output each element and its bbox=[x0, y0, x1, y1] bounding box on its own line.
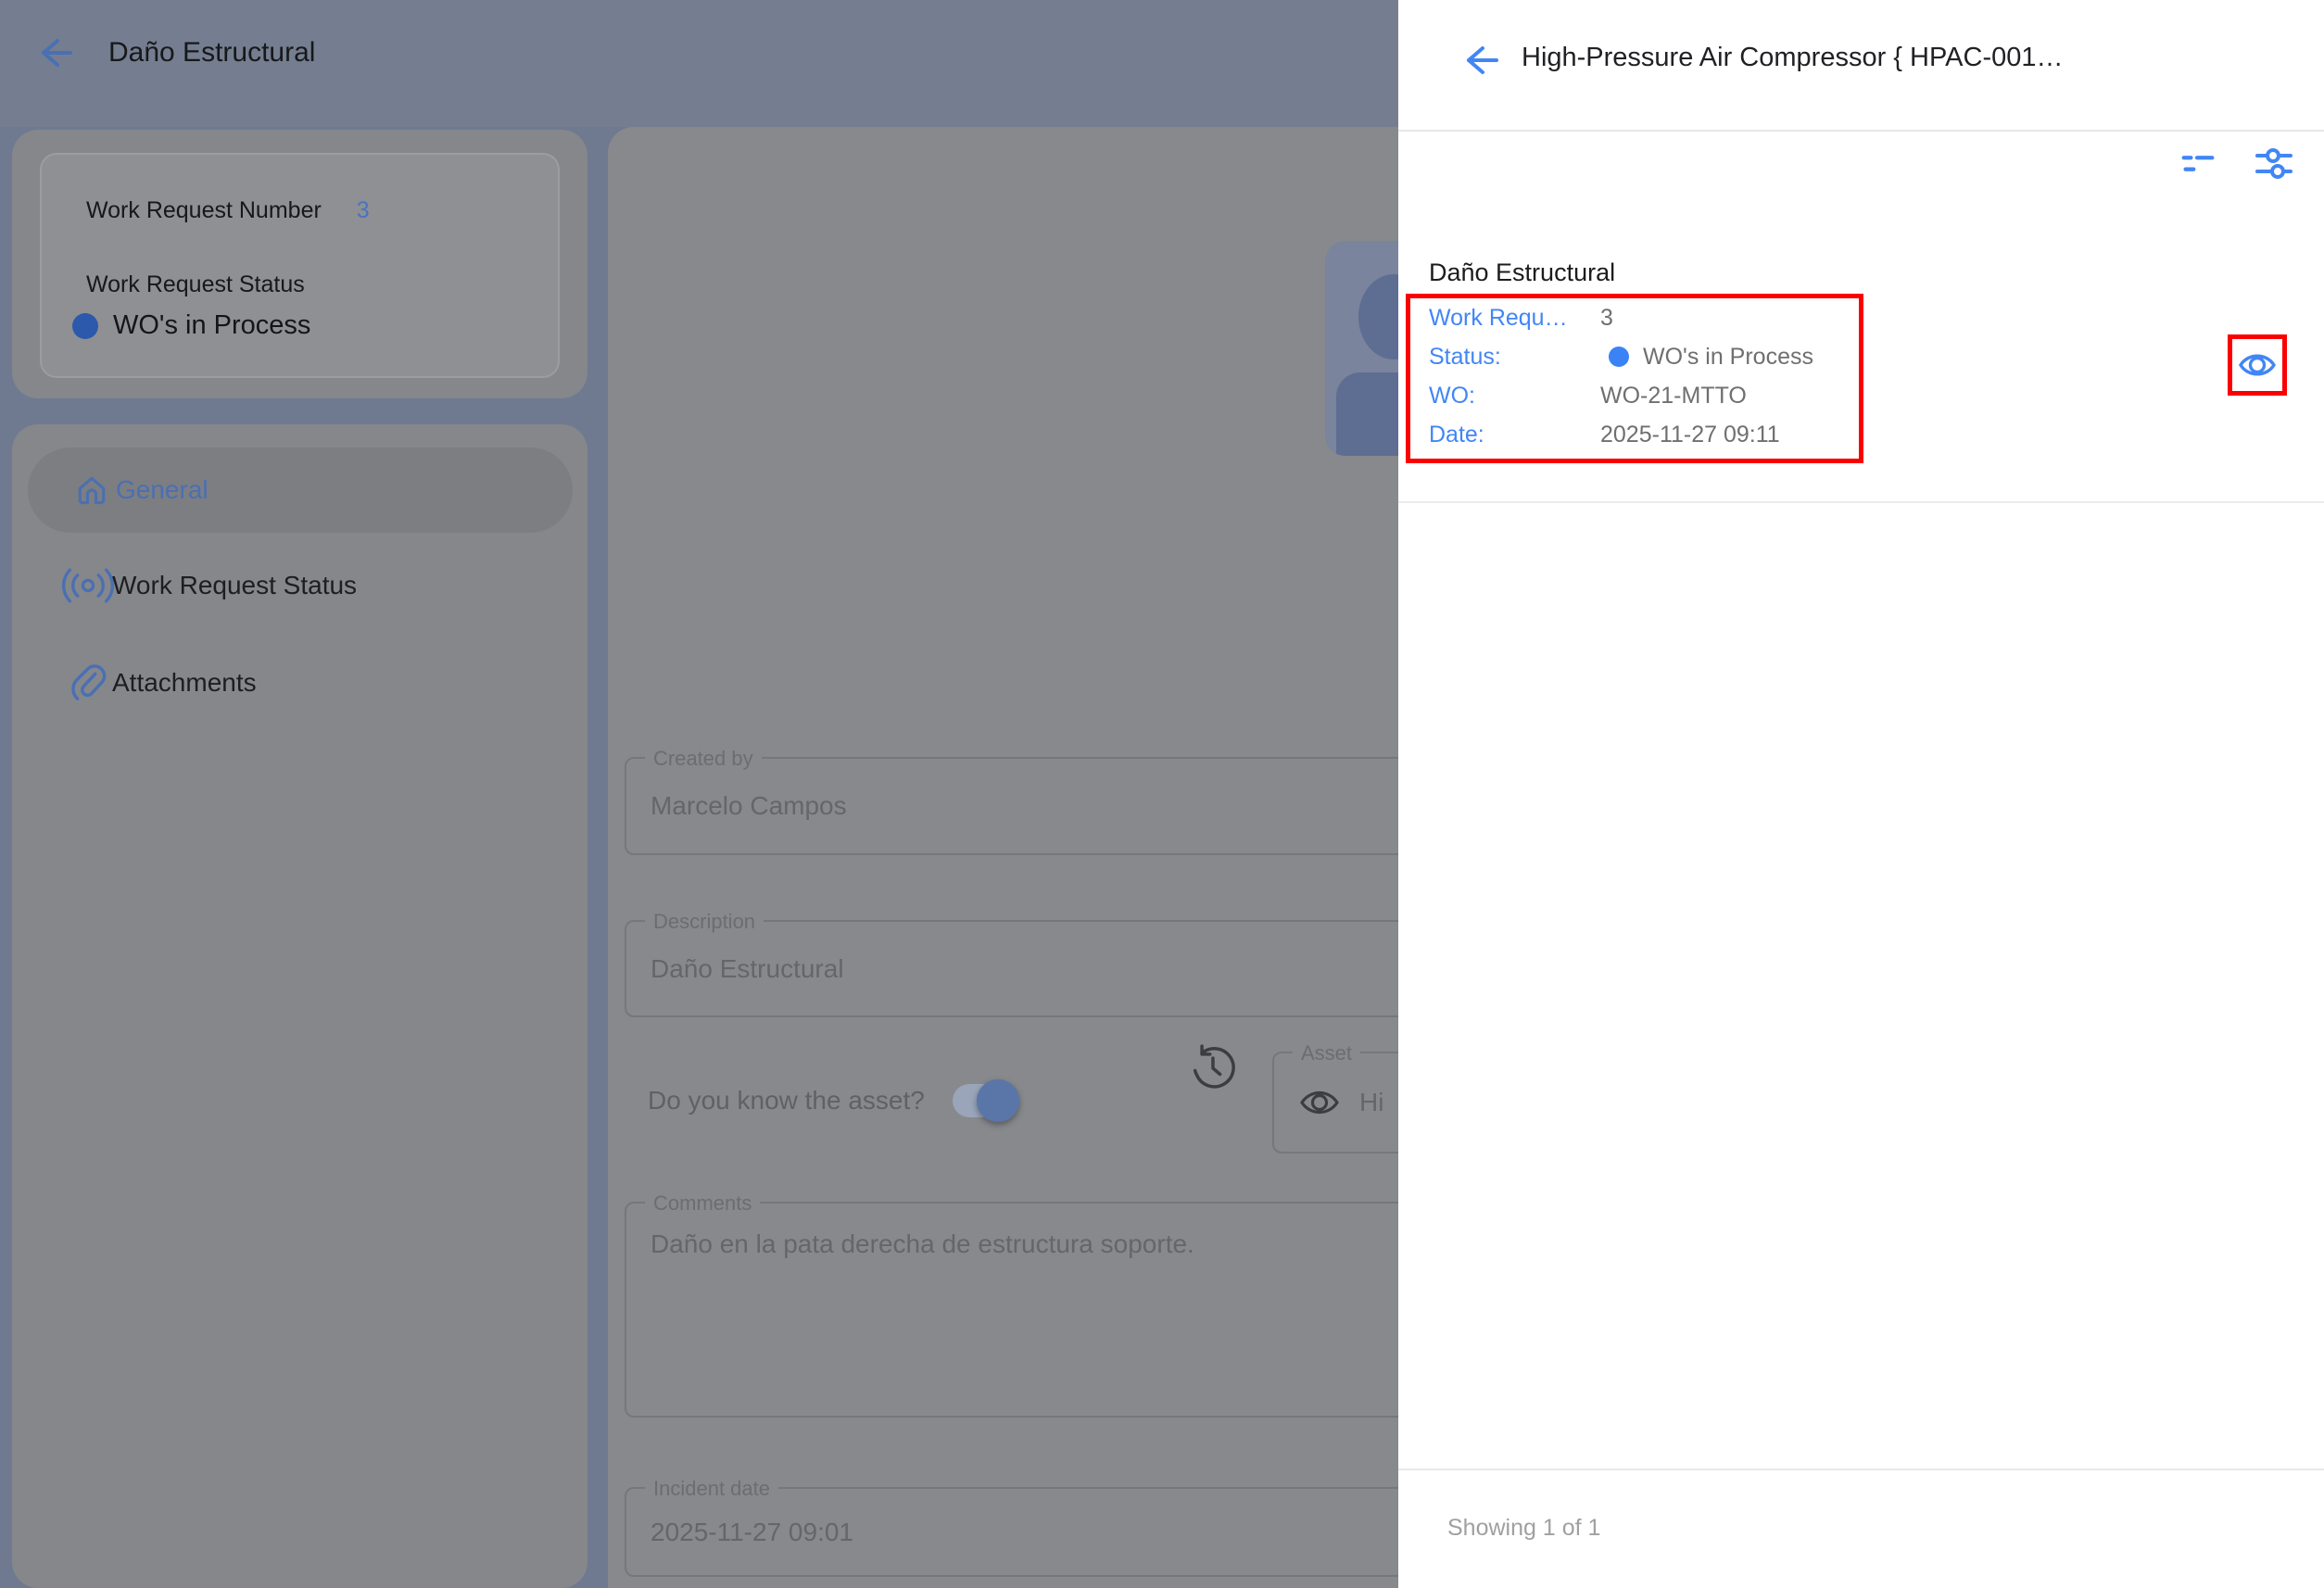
comments-field[interactable]: Comments Daño en la pata derecha de estr… bbox=[625, 1202, 1398, 1418]
sidebar-item-general[interactable]: General bbox=[28, 447, 573, 533]
dimmed-work-request-screen: Daño Estructural Work Request Number 3 W… bbox=[0, 0, 1398, 1588]
detail-value: 2025-11-27 09:11 bbox=[1600, 422, 1780, 448]
view-eye-icon[interactable] bbox=[2236, 347, 2279, 384]
sidebar-item-label: Work Request Status bbox=[112, 571, 357, 600]
created-by-value: Marcelo Campos bbox=[650, 759, 847, 853]
asset-value: Hi bbox=[1359, 1088, 1383, 1117]
tune-icon[interactable] bbox=[2252, 141, 2296, 185]
sidebar-item-label: Attachments bbox=[112, 668, 257, 698]
work-request-status-value: WO's in Process bbox=[113, 310, 310, 341]
highlight-box bbox=[2228, 334, 2287, 396]
status-dot bbox=[1609, 347, 1629, 367]
work-request-form: Created by Marcelo Campos Description Da… bbox=[608, 127, 1398, 1588]
filter-icon[interactable] bbox=[2176, 141, 2220, 185]
list-item-title[interactable]: Daño Estructural bbox=[1429, 258, 1615, 287]
asset-question-row: Do you know the asset? bbox=[648, 1071, 1016, 1130]
sidebar-item-attachments[interactable]: Attachments bbox=[12, 653, 587, 712]
detail-row: Status: WO's in Process bbox=[1429, 337, 1853, 376]
divider bbox=[1398, 1468, 2324, 1470]
home-icon bbox=[63, 461, 120, 519]
left-header: Daño Estructural bbox=[0, 0, 1398, 127]
work-request-number-value: 3 bbox=[357, 197, 370, 224]
detail-row: Work Requ… 3 bbox=[1429, 298, 1853, 337]
detail-label: Status: bbox=[1429, 344, 1600, 371]
highlight-box: Work Requ… 3 Status: WO's in Process WO:… bbox=[1406, 294, 1863, 463]
asset-work-requests-panel: High-Pressure Air Compressor { HPAC-001… bbox=[1398, 0, 2324, 1588]
list-item-details: Work Requ… 3 Status: WO's in Process WO:… bbox=[1429, 298, 1853, 454]
summary-card-container: Work Request Number 3 Work Request Statu… bbox=[12, 130, 587, 398]
back-arrow-icon[interactable] bbox=[1458, 39, 1500, 82]
detail-value: WO-21-MTTO bbox=[1600, 383, 1747, 410]
description-value: Daño Estructural bbox=[650, 922, 844, 1015]
history-icon[interactable] bbox=[1189, 1044, 1237, 1092]
work-request-status-label: Work Request Status bbox=[86, 271, 305, 298]
detail-label: Work Requ… bbox=[1429, 305, 1600, 332]
asset-question-label: Do you know the asset? bbox=[648, 1086, 925, 1115]
detail-label: WO: bbox=[1429, 383, 1600, 410]
photo-placeholder[interactable] bbox=[1325, 241, 1398, 456]
result-count: Showing 1 of 1 bbox=[1447, 1515, 1600, 1542]
avatar-icon bbox=[1336, 372, 1398, 456]
asset-toggle[interactable] bbox=[953, 1084, 1016, 1117]
nav-card: General Work Request Status bbox=[12, 424, 587, 1588]
detail-value: WO's in Process bbox=[1600, 344, 1813, 371]
created-by-field[interactable]: Created by Marcelo Campos bbox=[625, 757, 1398, 855]
description-field[interactable]: Description Daño Estructural bbox=[625, 920, 1398, 1017]
detail-label: Date: bbox=[1429, 422, 1600, 448]
app-screen: Daño Estructural Work Request Number 3 W… bbox=[0, 0, 2324, 1588]
incident-date-value: 2025-11-27 09:01 bbox=[650, 1489, 853, 1575]
status-dot bbox=[72, 313, 98, 339]
comments-label: Comments bbox=[645, 1188, 760, 1219]
sidebar-item-work-request-status[interactable]: Work Request Status bbox=[12, 556, 587, 615]
avatar-icon bbox=[1358, 274, 1398, 359]
work-request-number-label: Work Request Number bbox=[86, 197, 322, 224]
asset-field[interactable]: Asset Hi bbox=[1272, 1052, 1398, 1153]
eye-icon bbox=[1298, 1084, 1341, 1121]
divider bbox=[1398, 501, 2324, 503]
divider bbox=[1398, 130, 2324, 132]
toggle-thumb bbox=[977, 1079, 1019, 1122]
broadcast-icon bbox=[59, 557, 117, 614]
detail-row: WO: WO-21-MTTO bbox=[1429, 376, 1853, 415]
panel-title: High-Pressure Air Compressor { HPAC-001… bbox=[1522, 43, 2064, 73]
back-arrow-icon[interactable] bbox=[33, 32, 74, 73]
paperclip-icon bbox=[59, 654, 117, 712]
detail-value: 3 bbox=[1600, 305, 1613, 332]
detail-row: Date: 2025-11-27 09:11 bbox=[1429, 415, 1853, 454]
summary-card: Work Request Number 3 Work Request Statu… bbox=[40, 153, 560, 378]
sidebar-item-label: General bbox=[116, 475, 208, 505]
comments-value: Daño en la pata derecha de estructura so… bbox=[650, 1229, 1194, 1259]
incident-date-field[interactable]: Incident date 2025-11-27 09:01 bbox=[625, 1487, 1398, 1577]
page-title: Daño Estructural bbox=[108, 37, 315, 69]
